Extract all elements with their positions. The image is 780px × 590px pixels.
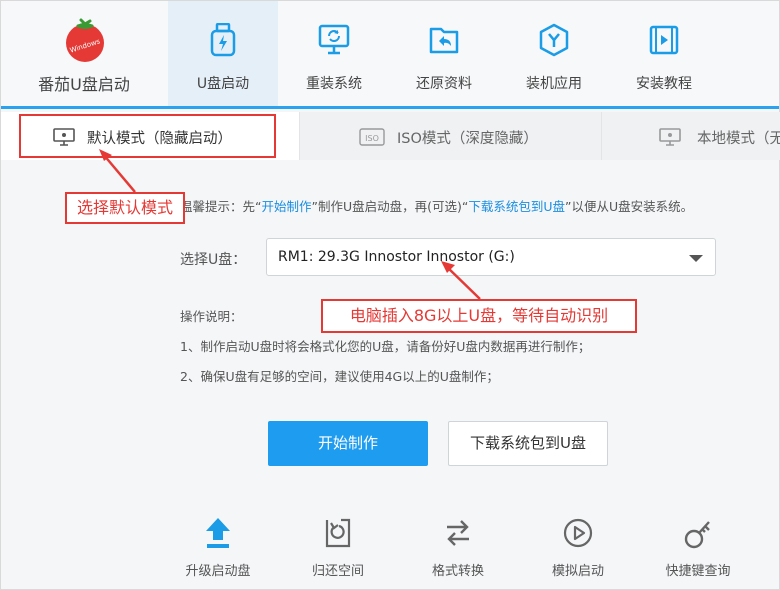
nav-label: U盘启动 <box>196 76 250 92</box>
tip-suffix: ”以便从U盘安装系统。 <box>565 199 694 214</box>
instruction-line: 2、确保U盘有足够的空间，建议使用4G以上的U盘制作； <box>180 369 499 384</box>
instruction-line: 1、制作启动U盘时将会格式化您的U盘，请备份好U盘内数据再进行制作； <box>180 339 591 354</box>
nav-label: 重装系统 <box>306 76 362 92</box>
swap-arrows-icon <box>447 520 469 546</box>
tool-restore-space[interactable]: 归还空间 <box>293 510 383 582</box>
nav-apps[interactable]: 装机应用 <box>499 1 609 106</box>
tip-middle: ”制作U盘启动盘，再(可选)“ <box>311 199 469 214</box>
nav-label: 安装教程 <box>636 76 692 92</box>
start-button[interactable]: 开始制作 <box>268 421 428 466</box>
tomato-logo-icon: Windows <box>66 18 104 62</box>
nav-reinstall[interactable]: 重装系统 <box>279 1 389 106</box>
upload-arrow-icon <box>206 518 230 548</box>
usb-flash-icon <box>210 23 236 57</box>
download-system-button[interactable]: 下载系统包到U盘 <box>448 421 608 466</box>
iso-icon: ISO <box>359 128 385 146</box>
nav-label: 装机应用 <box>526 76 582 92</box>
tool-format-convert[interactable]: 格式转换 <box>413 510 503 582</box>
tool-label: 模拟启动 <box>551 564 604 579</box>
tab-local-mode[interactable]: 本地模式（无 <box>601 112 780 160</box>
chevron-down-icon <box>689 255 703 262</box>
tool-label: 快捷键查询 <box>665 564 731 579</box>
start-link[interactable]: 开始制作 <box>261 199 311 214</box>
tool-simulate-boot[interactable]: 模拟启动 <box>533 510 623 582</box>
tool-label: 格式转换 <box>431 564 484 579</box>
tool-hotkey-query[interactable]: 快捷键查询 <box>653 510 743 582</box>
tip-text: 温馨提示：先“开始制作”制作U盘启动盘，再(可选)“下载系统包到U盘”以便从U盘… <box>180 196 693 215</box>
usb-select[interactable]: RM1: 29.3G Innostor Innostor (G:) <box>266 238 716 276</box>
monitor-refresh-icon <box>318 24 350 55</box>
hexagon-y-icon <box>539 23 569 57</box>
brand-name: 番茄U盘启动 <box>38 75 130 94</box>
folder-restore-icon <box>429 27 459 54</box>
nav-label: 还原资料 <box>416 76 472 92</box>
play-circle-icon <box>563 518 593 548</box>
nav-tutorial[interactable]: 安装教程 <box>609 1 719 106</box>
usb-select-label: 选择U盘： <box>180 252 247 268</box>
tool-label: 升级启动盘 <box>185 564 251 579</box>
key-icon <box>684 521 710 549</box>
annotation-highlight-default-tab <box>19 114 276 158</box>
tip-prefix: 温馨提示：先“ <box>180 199 262 214</box>
brand: Windows 番茄U盘启动 <box>1 1 167 106</box>
top-navigation: Windows 番茄U盘启动 U盘启动 重装系统 还原资料 装机应用 安装教程 <box>1 1 779 109</box>
annotation-select-mode: 选择默认模式 <box>65 192 185 224</box>
tab-iso-mode[interactable]: ISO ISO模式（深度隐藏） <box>299 112 601 160</box>
video-tutorial-icon <box>649 25 679 55</box>
usb-select-value: RM1: 29.3G Innostor Innostor (G:) <box>278 249 515 265</box>
restore-space-icon <box>325 518 351 548</box>
nav-usb-boot[interactable]: U盘启动 <box>168 1 278 106</box>
download-link[interactable]: 下载系统包到U盘 <box>468 199 565 214</box>
nav-restore-data[interactable]: 还原资料 <box>389 1 499 106</box>
monitor-icon <box>659 128 681 146</box>
tool-label: 归还空间 <box>311 564 364 579</box>
tool-upgrade[interactable]: 升级启动盘 <box>173 510 263 582</box>
instructions-title: 操作说明： <box>180 309 243 324</box>
tab-label: 本地模式（无 <box>697 131 780 147</box>
svg-text:ISO: ISO <box>365 134 379 143</box>
annotation-insert-usb: 电脑插入8G以上U盘，等待自动识别 <box>321 299 637 333</box>
tab-label: ISO模式（深度隐藏） <box>397 131 538 147</box>
